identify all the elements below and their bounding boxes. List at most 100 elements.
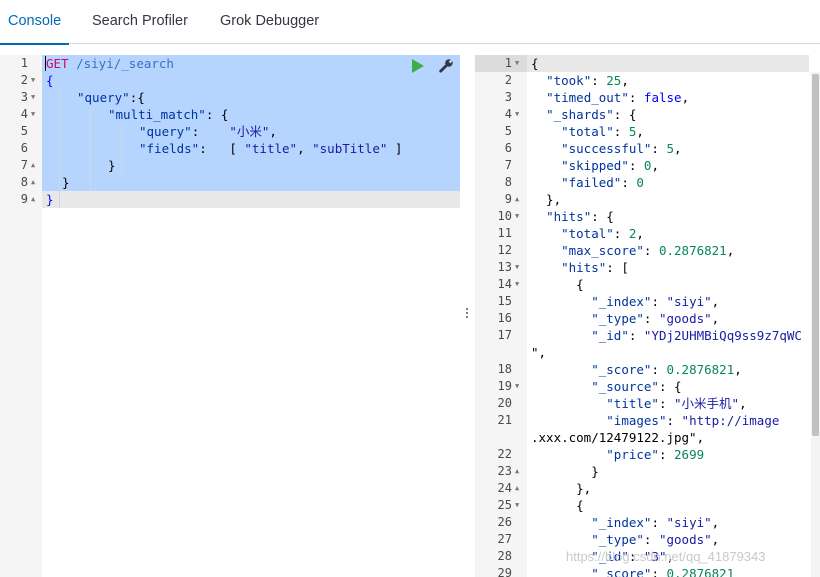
line-number-text: 19 (497, 379, 512, 393)
fold-toggle-icon[interactable]: ▼ (515, 208, 519, 225)
response-line: "_source": { (591, 379, 682, 394)
fold-toggle-icon[interactable]: ▲ (515, 480, 519, 497)
fold-toggle-icon[interactable]: ▼ (515, 276, 519, 293)
response-line: "_id": "YDj2UHMBiQq9ss9z7qWC (591, 328, 802, 343)
fold-toggle-icon[interactable]: ▲ (515, 463, 519, 480)
line-number: 27 (475, 531, 527, 548)
line-number: 7 ▲ (0, 157, 42, 174)
json-punct: : (191, 124, 230, 139)
line-number-text: 13 (497, 260, 512, 274)
json-key: "query" (139, 124, 192, 139)
request-code[interactable]: GET /siyi/_search { "query":{ "multi_mat… (42, 55, 461, 577)
response-line: "hits": [ (561, 260, 629, 275)
response-line: "_type": "goods", (591, 311, 720, 326)
request-line-2: { (46, 72, 54, 89)
response-line: "timed_out": false, (546, 90, 690, 105)
line-number: 25 ▼ (475, 497, 527, 514)
line-number-text: 4 (20, 107, 28, 121)
brace: } (62, 175, 70, 190)
request-editor[interactable]: 1 2 ▼ 3 ▼ 4 ▼ 5 6 7 ▲ 8 ▲ 9 ▲ GET /siyi/_search { "que… (0, 55, 461, 577)
line-number: 9 ▲ (475, 191, 527, 208)
line-number: 6 (475, 140, 527, 157)
line-number-text: 3 (504, 90, 512, 104)
line-number-text: 6 (20, 141, 28, 155)
line-number: 14 ▼ (475, 276, 527, 293)
response-line: }, (531, 481, 592, 496)
tab-console[interactable]: Console (0, 0, 70, 45)
line-number-text: 7 (20, 158, 28, 172)
fold-toggle-icon[interactable]: ▲ (31, 174, 35, 191)
line-number-text: 17 (497, 328, 512, 342)
fold-toggle-icon[interactable]: ▲ (515, 191, 519, 208)
drag-handle-icon (466, 308, 469, 320)
active-line-highlight (527, 55, 809, 72)
json-punct: , (297, 141, 313, 156)
line-number: 2 ▼ (0, 72, 42, 89)
http-method: GET (46, 56, 69, 71)
json-string: "title" (244, 141, 298, 156)
response-viewer[interactable]: 1 ▼ 2 3 4 ▼ 5 6 7 8 9 ▲ 10 ▼ 11 12 13 ▼ 14 ▼ 15 16 17 18 19 ▼ 20 21… (475, 55, 820, 577)
response-line: "_shards": { (546, 107, 637, 122)
line-number (475, 429, 527, 446)
line-number: 20 (475, 395, 527, 412)
line-number-text: 20 (497, 396, 512, 410)
indent-guide (90, 106, 91, 191)
response-line: .xxx.com/12479122.jpg", (531, 430, 705, 445)
line-number-text: 6 (504, 141, 512, 155)
json-key: "query" (77, 90, 130, 105)
fold-toggle-icon[interactable]: ▲ (31, 191, 35, 208)
line-number: 28 (475, 548, 527, 565)
response-line: "_type": "goods", (591, 532, 720, 547)
line-number: 12 (475, 242, 527, 259)
fold-toggle-icon[interactable]: ▲ (31, 157, 35, 174)
wrench-icon[interactable] (438, 58, 454, 74)
line-number-text: 10 (497, 209, 512, 223)
pane-resizer[interactable] (461, 45, 475, 577)
tab-grok-debugger[interactable]: Grok Debugger (212, 0, 327, 44)
line-number: 6 (0, 140, 42, 157)
line-number-text: 1 (20, 56, 28, 70)
json-string: "小米" (229, 124, 270, 139)
line-number-text: 9 (504, 192, 512, 206)
line-number: 16 (475, 310, 527, 327)
json-punct: : { (205, 107, 229, 122)
response-line: "total": 5, (561, 124, 644, 139)
response-line: "price": 2699 (606, 447, 705, 462)
json-string: "subTitle" (312, 141, 388, 156)
response-line: "_index": "siyi", (591, 515, 720, 530)
line-number-text: 16 (497, 311, 512, 325)
brace: { (46, 73, 54, 88)
response-line: ", (531, 345, 547, 360)
line-number-text: 25 (497, 498, 512, 512)
fold-toggle-icon[interactable]: ▼ (515, 378, 519, 395)
fold-toggle-icon[interactable]: ▼ (515, 497, 519, 514)
fold-toggle-icon[interactable]: ▼ (31, 72, 35, 89)
fold-toggle-icon[interactable]: ▼ (31, 106, 35, 123)
line-number: 23 ▲ (475, 463, 527, 480)
fold-toggle-icon[interactable]: ▼ (31, 89, 35, 106)
tab-search-profiler[interactable]: Search Profiler (84, 0, 196, 44)
line-number: 21 (475, 412, 527, 429)
line-number-text: 12 (497, 243, 512, 257)
line-number-text: 8 (504, 175, 512, 189)
response-line: "successful": 5, (561, 141, 682, 156)
request-line-1: GET /siyi/_search (46, 55, 174, 72)
fold-toggle-icon[interactable]: ▼ (515, 106, 519, 123)
indent-guide (59, 89, 60, 208)
response-code: { "took": 25, "timed_out": false, "_shar… (527, 55, 809, 577)
text-cursor (45, 56, 46, 71)
fold-toggle-icon[interactable]: ▼ (515, 259, 519, 276)
tab-bar: Console Search Profiler Grok Debugger (0, 0, 820, 45)
line-number-text: 23 (497, 464, 512, 478)
play-icon[interactable] (412, 59, 424, 73)
scrollbar-thumb[interactable] (812, 74, 819, 436)
indent-guide (121, 123, 122, 174)
line-number: 15 (475, 293, 527, 310)
response-scrollbar[interactable] (811, 72, 820, 577)
line-number: 4 ▼ (475, 106, 527, 123)
request-gutter: 1 2 ▼ 3 ▼ 4 ▼ 5 6 7 ▲ 8 ▲ 9 ▲ (0, 55, 42, 577)
json-punct: :{ (129, 90, 145, 105)
line-number-text: 5 (20, 124, 28, 138)
fold-toggle-icon[interactable]: ▼ (515, 55, 519, 72)
request-actions (408, 57, 458, 77)
